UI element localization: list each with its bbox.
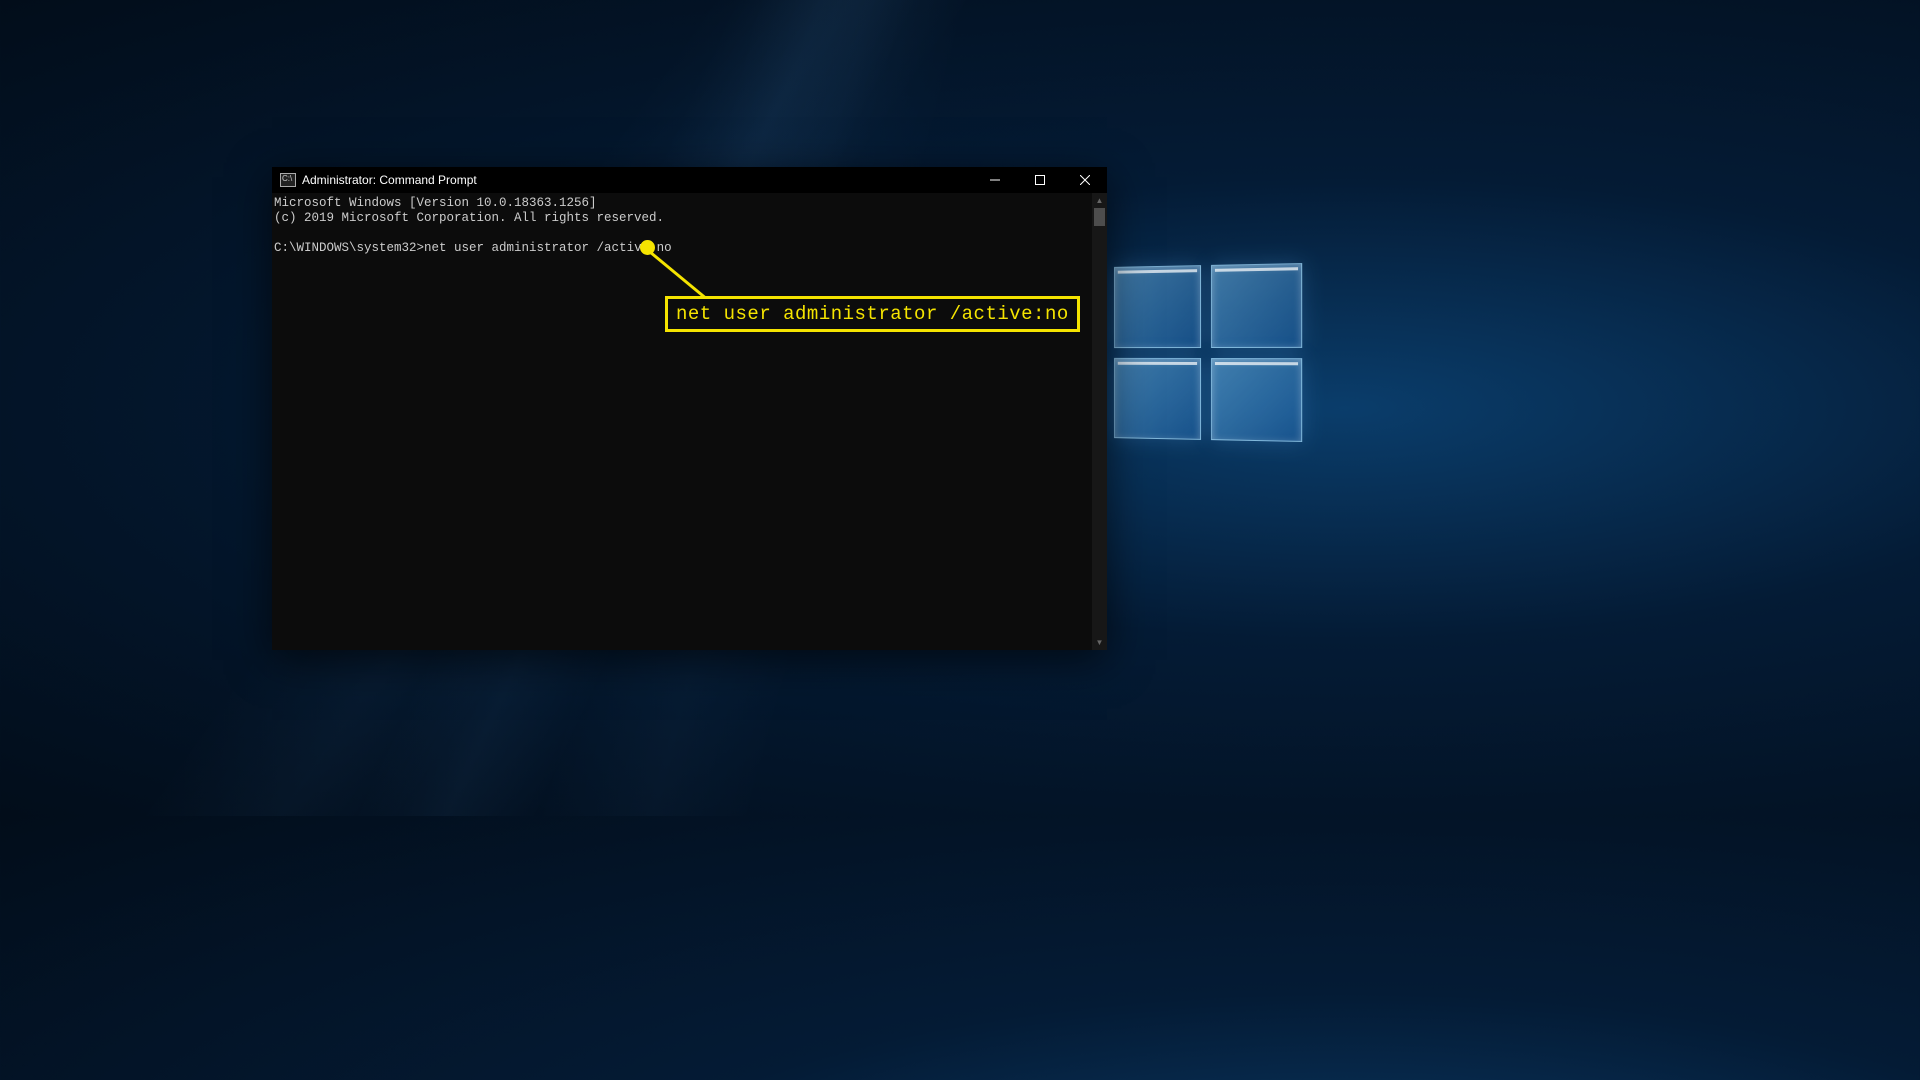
maximize-icon [1035,175,1045,185]
minimize-button[interactable] [972,167,1017,193]
logo-pane [1211,263,1302,347]
scrollbar-thumb[interactable] [1094,208,1105,226]
command-prompt-window: C:\ Administrator: Command Prompt Micros… [272,167,1107,650]
maximize-button[interactable] [1017,167,1062,193]
titlebar[interactable]: C:\ Administrator: Command Prompt [272,167,1107,193]
window-title: Administrator: Command Prompt [302,173,477,187]
scrollbar-down-arrow-icon[interactable]: ▼ [1092,635,1107,650]
windows-logo-icon [1114,263,1302,442]
callout-text: net user administrator /active:no [676,303,1069,325]
terminal-line: (c) 2019 Microsoft Corporation. All righ… [274,211,664,225]
close-icon [1080,175,1090,185]
terminal-line: Microsoft Windows [Version 10.0.18363.12… [274,196,597,210]
logo-pane [1114,265,1201,348]
close-button[interactable] [1062,167,1107,193]
cmd-icon: C:\ [280,173,296,187]
terminal-prompt: C:\WINDOWS\system32> [274,241,424,255]
callout-highlight-box: net user administrator /active:no [665,296,1080,332]
logo-pane [1114,357,1201,440]
minimize-icon [990,175,1000,185]
scrollbar[interactable]: ▲ ▼ [1092,193,1107,650]
terminal-command: net user administrator /active:no [424,241,672,255]
logo-pane [1211,358,1302,442]
scrollbar-up-arrow-icon[interactable]: ▲ [1092,193,1107,208]
